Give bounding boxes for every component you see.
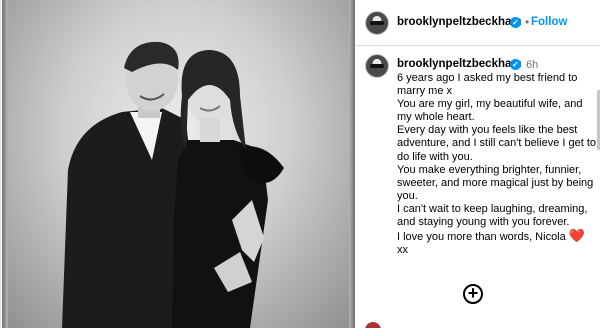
verified-badge-icon: ✓ <box>510 59 521 70</box>
caption-username-link[interactable]: brooklynpeltzbeckham <box>397 58 522 70</box>
comment-avatar <box>365 322 381 328</box>
plus-circle-icon[interactable]: + <box>463 284 483 304</box>
caption-line: You make everything brighter, funnier, s… <box>397 163 594 202</box>
caption-line: xx <box>397 244 408 257</box>
post-frame: brooklynpeltzbeckham ✓ • Follow brooklyn… <box>0 0 600 328</box>
caption-line: I love you more than words, Nicola <box>397 231 566 244</box>
caption-line-with-heart: I love you more than words, Nicola ❤️ <box>397 229 597 244</box>
couple-illustration <box>62 41 284 328</box>
post-header: brooklynpeltzbeckham ✓ • Follow <box>355 0 600 46</box>
verified-badge-icon: ✓ <box>510 17 521 28</box>
caption-line: 6 years ago I asked my best friend to ma… <box>397 72 578 98</box>
user-avatar[interactable] <box>365 11 389 35</box>
caption-line: Every day with you feels like the best a… <box>397 124 596 163</box>
post-side-panel: brooklynpeltzbeckham ✓ • Follow brooklyn… <box>355 0 600 328</box>
caption-avatar[interactable] <box>365 54 389 78</box>
caption-text: 6 years ago I asked my best friend to ma… <box>397 72 597 257</box>
heart-emoji-icon: ❤️ <box>568 228 585 244</box>
caption-line: I can't wait to keep laughing, dreaming,… <box>397 202 588 229</box>
post-timestamp[interactable]: 6h <box>526 59 538 71</box>
follow-button[interactable]: Follow <box>531 16 567 28</box>
username-link[interactable]: brooklynpeltzbeckham <box>397 16 522 28</box>
caption-line: You are my girl, my beautiful wife, and … <box>397 98 583 124</box>
post-photo[interactable] <box>2 0 355 328</box>
separator-dot: • <box>525 15 530 29</box>
